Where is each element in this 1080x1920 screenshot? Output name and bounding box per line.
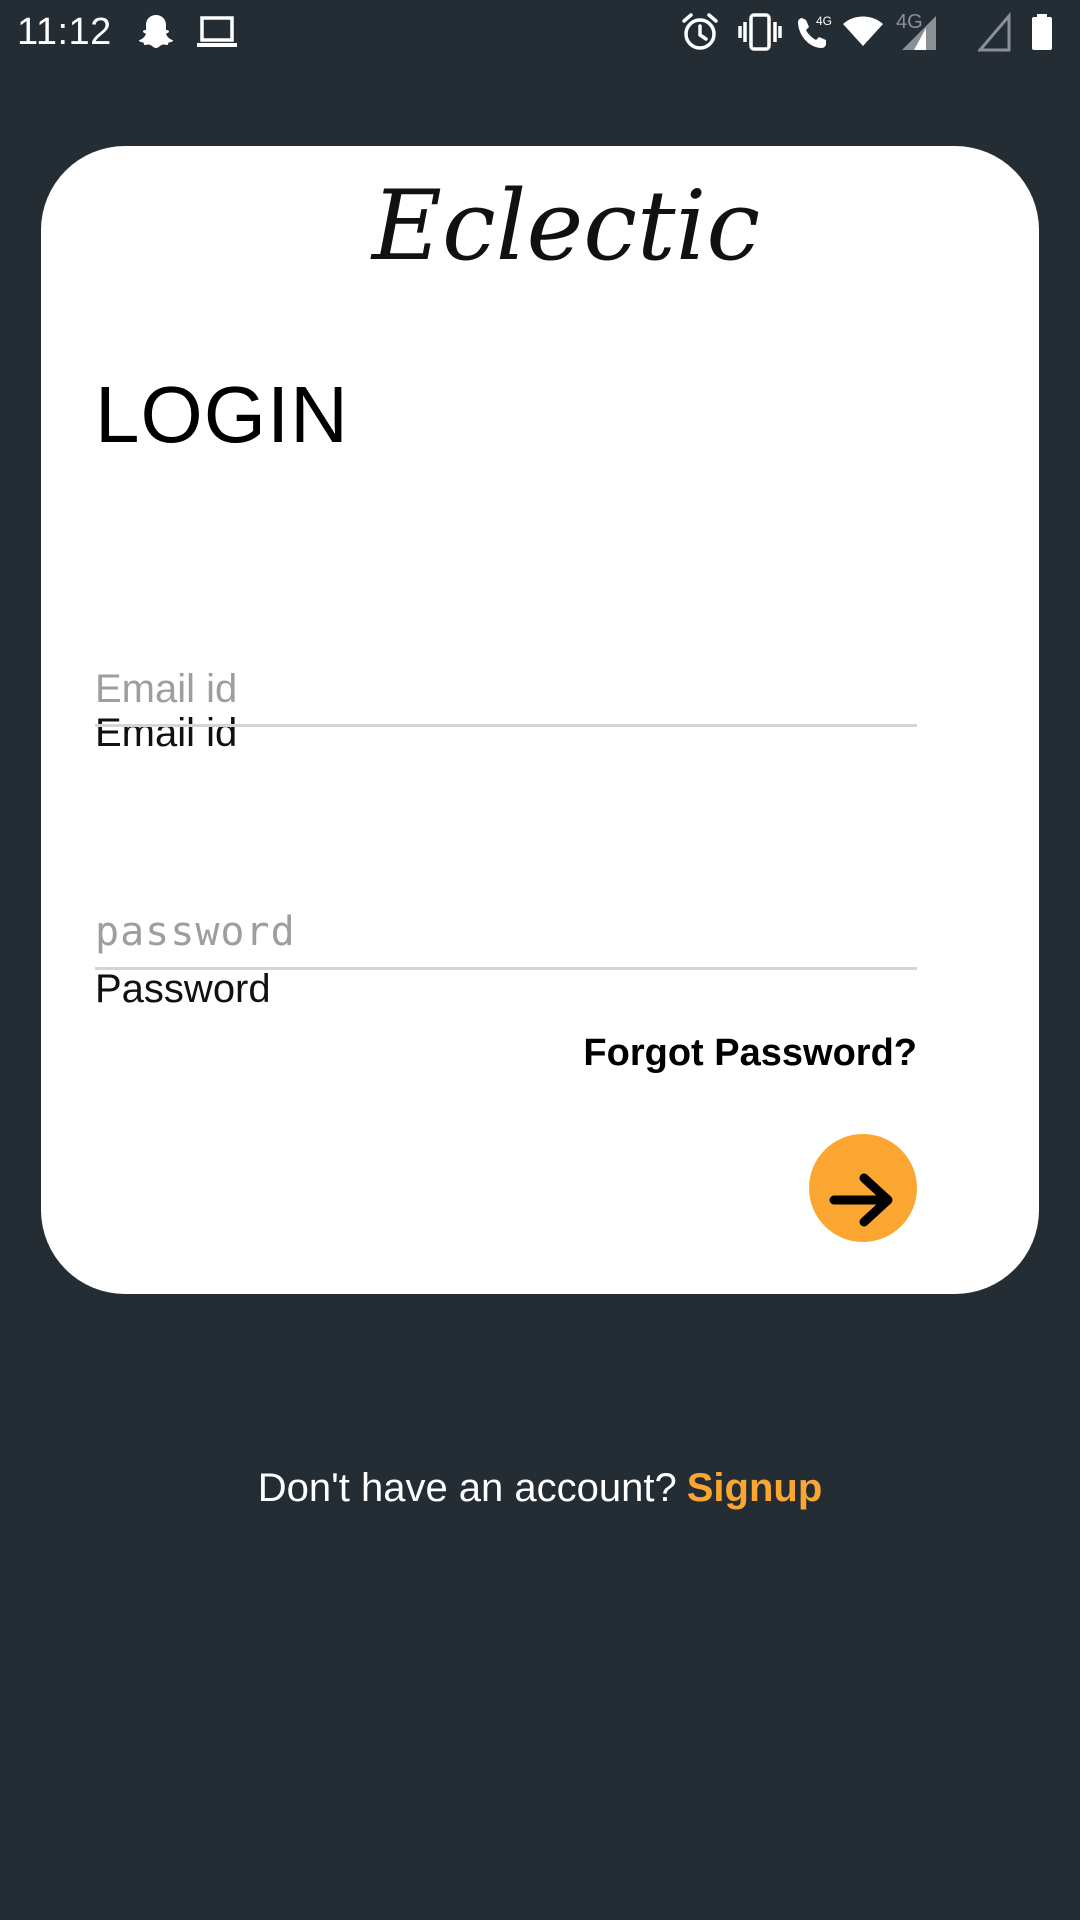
signal-empty-icon [978, 12, 1012, 52]
vibrate-icon [738, 12, 782, 52]
signup-prompt: Don't have an account? Signup [0, 1464, 1080, 1512]
wifi-call-icon: 4G [794, 12, 834, 52]
login-submit-button[interactable] [809, 1134, 917, 1242]
status-time: 11:12 [17, 11, 112, 53]
svg-text:4G: 4G [816, 14, 832, 28]
status-bar: 11:12 4G 4G [0, 0, 1080, 64]
battery-icon [1030, 12, 1054, 52]
signup-link[interactable]: Signup [687, 1466, 823, 1510]
arrow-right-icon [829, 1173, 893, 1227]
page-title: LOGIN [95, 370, 349, 459]
forgot-password-link[interactable]: Forgot Password? [583, 1030, 917, 1076]
login-card: Eclectic LOGIN Email id Password Forgot … [41, 146, 1039, 1294]
signup-prompt-text: Don't have an account? [257, 1466, 677, 1510]
signal-icon: 4G [896, 12, 942, 52]
alarm-icon [680, 12, 720, 52]
snapchat-icon [136, 12, 176, 52]
wifi-icon [842, 12, 884, 52]
email-input[interactable] [95, 654, 917, 727]
brand-logo: Eclectic [371, 170, 761, 282]
password-label: Password [95, 967, 271, 1011]
laptop-icon [196, 12, 238, 52]
svg-text:4G: 4G [896, 12, 923, 33]
password-input[interactable] [95, 897, 917, 970]
